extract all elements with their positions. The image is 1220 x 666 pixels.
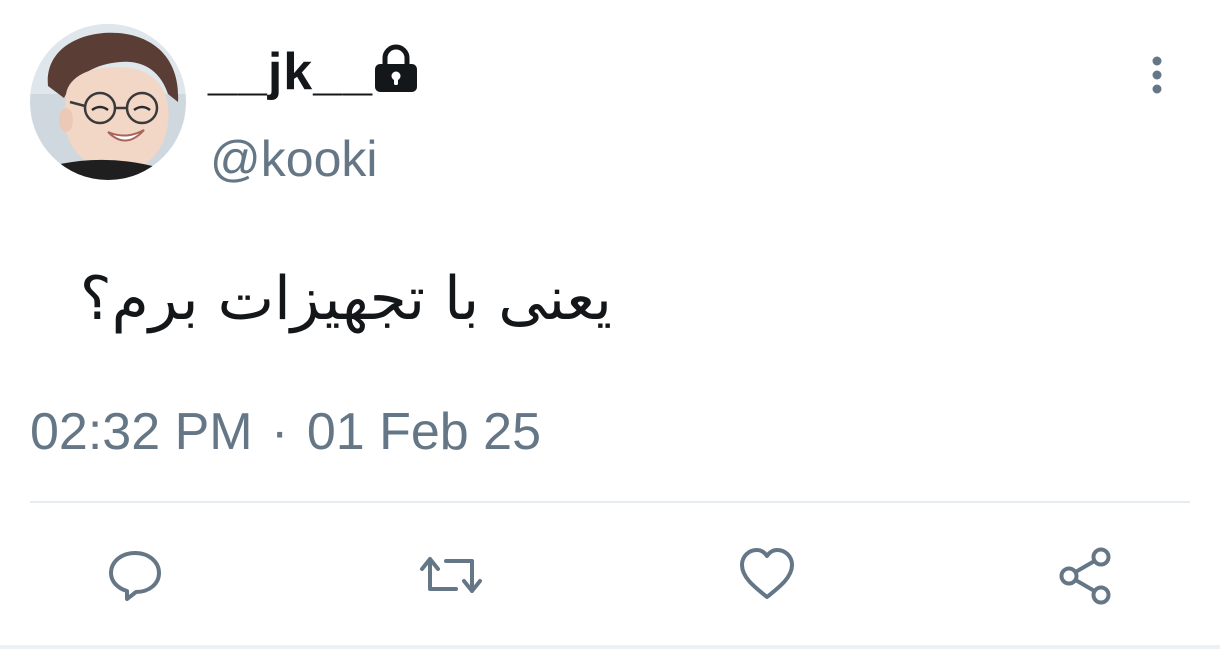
reply-icon [109,551,161,601]
tweet-actions-bar [0,535,1220,615]
tweet-date: 01 Feb 25 [306,403,541,461]
lock-icon [375,44,417,92]
heart-icon [740,548,794,599]
display-name[interactable]: __jk__ [208,40,373,104]
avatar-image [30,24,186,180]
tweet-text: یعنی با تجهیزات برم؟ [79,264,612,334]
retweet-icon [420,557,482,593]
share-icon [1059,547,1111,605]
timestamp-separator: · [271,403,289,461]
divider [30,501,1190,503]
retweet-button[interactable] [416,535,486,615]
share-button[interactable] [1050,535,1120,615]
reply-button[interactable] [100,535,170,615]
tweet-timestamp[interactable]: 02:32 PM · 01 Feb 25 [30,400,541,464]
more-vertical-icon[interactable] [1140,52,1174,100]
tweet-card: __jk__ @kooki یعنی با تجهیزات برم؟ 02:32… [0,0,1220,666]
tweet-time: 02:32 PM [30,403,253,461]
user-handle[interactable]: @kooki [210,128,377,190]
avatar[interactable] [30,24,186,180]
bottom-divider [0,645,1220,649]
like-button[interactable] [732,535,802,615]
